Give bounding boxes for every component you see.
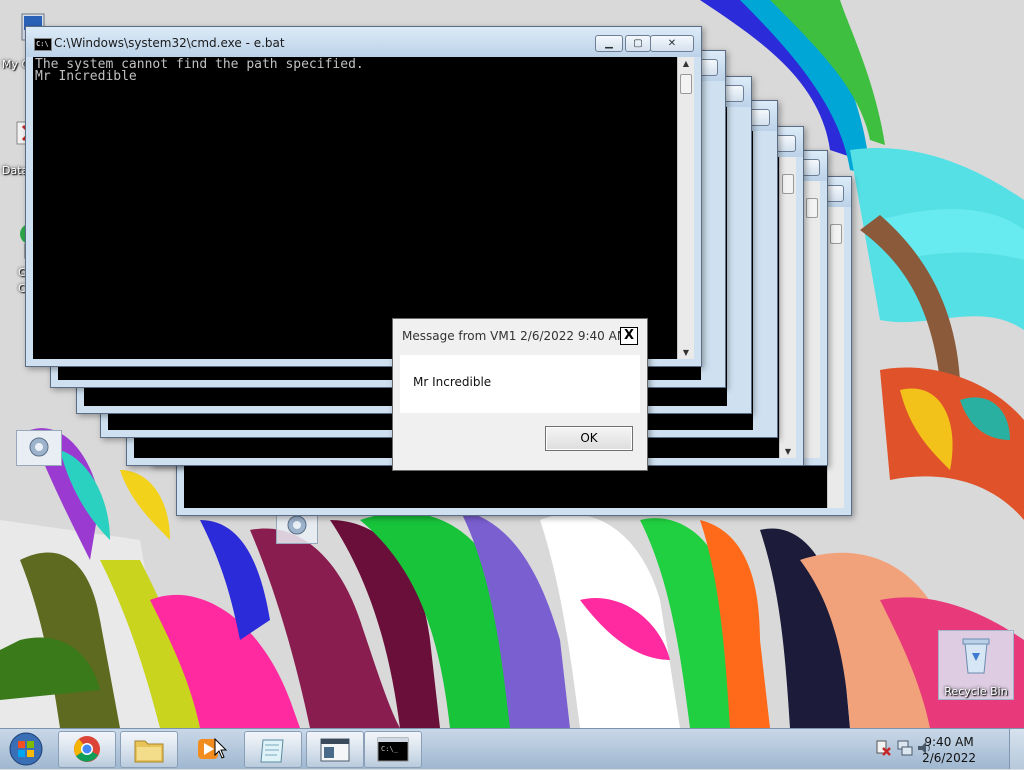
mouse-cursor-icon — [214, 738, 228, 759]
vertical-scrollbar[interactable]: ▼ — [779, 157, 796, 458]
maximize-button[interactable]: ▢ — [625, 35, 651, 52]
scroll-up-icon[interactable]: ▲ — [678, 59, 694, 68]
minimize-icon: ▁ — [605, 38, 613, 49]
gear-icon — [19, 437, 59, 466]
chrome-icon — [74, 736, 100, 762]
clock-time: 9:40 AM — [924, 735, 974, 749]
gear-icon — [278, 515, 316, 544]
start-button[interactable] — [4, 731, 48, 766]
taskbar-cmd[interactable]: C:\_ — [364, 731, 422, 768]
vertical-scrollbar[interactable] — [827, 207, 844, 508]
scroll-down-icon[interactable]: ▼ — [678, 348, 694, 357]
taskbar-chrome[interactable] — [58, 731, 116, 768]
minimize-button[interactable]: ▁ — [595, 35, 623, 52]
window-title: C:\Windows\system32\cmd.exe - e.bat — [54, 36, 285, 50]
folder-icon — [134, 740, 164, 763]
cmd-window-front[interactable]: C:\ C:\Windows\system32\cmd.exe - e.bat … — [25, 26, 702, 367]
taskbar-clock[interactable]: 9:40 AM 2/6/2022 — [922, 734, 976, 766]
maximize-icon: ▢ — [633, 38, 643, 49]
message-dialog[interactable]: Message from VM1 2/6/2022 9:40 AM X Mr I… — [392, 318, 648, 471]
windows-logo-icon — [9, 732, 43, 766]
notepad-icon — [260, 739, 284, 763]
taskbar-app-1[interactable] — [244, 731, 302, 768]
taskbar: C:\_ 9:40 AM 2/6/2022 — [0, 728, 1024, 769]
taskbar-explorer[interactable] — [120, 731, 178, 768]
dialog-title: Message from VM1 2/6/2022 9:40 AM — [402, 329, 628, 343]
show-desktop-button[interactable] — [1009, 729, 1024, 769]
close-icon: ✕ — [667, 38, 677, 49]
cmd-icon: C:\_ — [377, 737, 409, 762]
dialog-close-button[interactable]: X — [620, 327, 638, 345]
close-button[interactable]: ✕ — [650, 35, 694, 52]
dialog-body: Mr Incredible — [400, 355, 640, 413]
vertical-scrollbar[interactable]: ▲ ▼ — [677, 57, 694, 359]
desktop-icon-settings[interactable] — [16, 430, 62, 466]
recycle-bin-icon — [939, 635, 1013, 678]
dialog-message: Mr Incredible — [413, 375, 492, 389]
cmd-icon: C:\ — [34, 38, 52, 51]
scroll-thumb[interactable] — [680, 74, 692, 94]
console-output: The system cannot find the path specifie… — [33, 57, 677, 359]
tray-network-icon[interactable] — [896, 739, 914, 760]
tray-action-center-icon[interactable] — [874, 739, 892, 760]
vertical-scrollbar[interactable] — [803, 181, 820, 458]
clock-date: 2/6/2022 — [922, 751, 976, 765]
taskbar-app-2[interactable] — [306, 731, 364, 768]
svg-text:C:\_: C:\_ — [381, 745, 399, 753]
ok-button[interactable]: OK — [545, 426, 633, 451]
window-icon — [320, 738, 350, 762]
desktop-icon-recycle-bin[interactable]: Recycle Bin — [938, 630, 1014, 700]
